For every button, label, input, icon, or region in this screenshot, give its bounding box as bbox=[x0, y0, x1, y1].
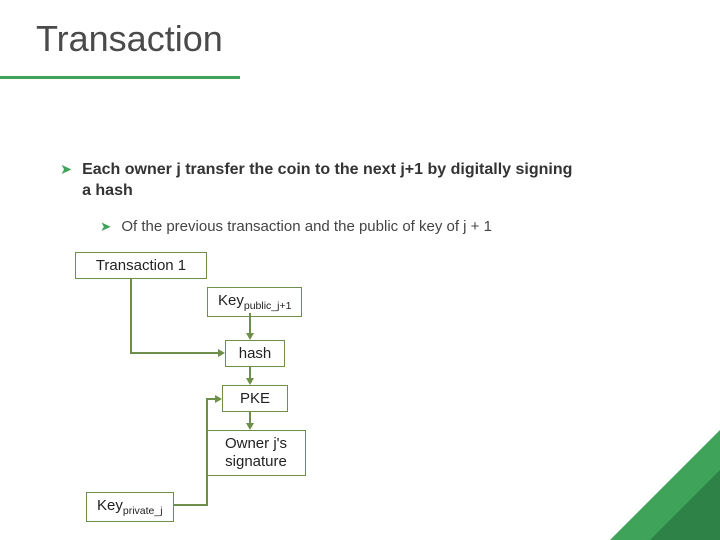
bullet-sub: ➤ Of the previous transaction and the pub… bbox=[100, 218, 640, 235]
connector bbox=[249, 313, 251, 335]
box-pke: PKE bbox=[222, 385, 288, 412]
box-pke-label: PKE bbox=[240, 390, 270, 407]
box-transaction-1-label: Transaction 1 bbox=[96, 257, 186, 274]
box-hash: hash bbox=[225, 340, 285, 367]
bullet-main-text: Each owner j transfer the coin to the ne… bbox=[82, 160, 582, 202]
bullet-main: ➤ Each owner j transfer the coin to the n… bbox=[60, 160, 600, 202]
arrow-bullet-icon: ➤ bbox=[100, 219, 111, 235]
connector bbox=[130, 278, 132, 352]
arrowhead-icon bbox=[215, 395, 222, 403]
box-transaction-1: Transaction 1 bbox=[75, 252, 207, 279]
box-key-private: Keyprivate_j bbox=[86, 492, 174, 522]
box-key-private-sub: private_j bbox=[123, 505, 163, 517]
box-signature-line1: Owner j's bbox=[225, 435, 287, 452]
box-key-private-label: Key bbox=[97, 497, 123, 514]
arrowhead-icon bbox=[218, 349, 225, 357]
arrowhead-icon bbox=[246, 378, 254, 385]
box-hash-label: hash bbox=[239, 345, 272, 362]
box-signature-line2: signature bbox=[225, 453, 287, 470]
slide-title: Transaction bbox=[36, 18, 223, 60]
connector bbox=[130, 352, 218, 354]
arrowhead-icon bbox=[246, 333, 254, 340]
box-key-public-label: Key bbox=[218, 292, 244, 309]
box-owner-signature: Owner j's signature bbox=[206, 430, 306, 476]
title-underline bbox=[0, 76, 240, 79]
connector bbox=[206, 398, 208, 506]
arrow-bullet-icon: ➤ bbox=[60, 161, 72, 180]
arrowhead-icon bbox=[246, 423, 254, 430]
decorative-corner-inner bbox=[650, 470, 720, 540]
bullet-sub-text: Of the previous transaction and the publ… bbox=[121, 218, 492, 235]
box-key-public: Keypublic_j+1 bbox=[207, 287, 302, 317]
connector bbox=[174, 504, 208, 506]
box-key-public-sub: public_j+1 bbox=[244, 300, 292, 312]
